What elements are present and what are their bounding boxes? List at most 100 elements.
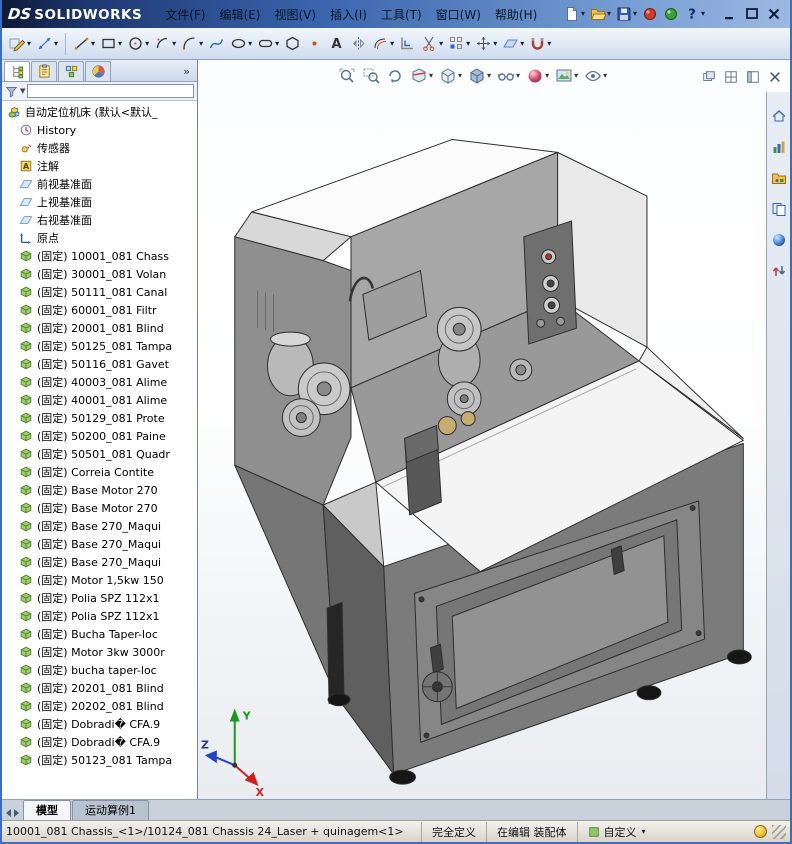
open-folder-button[interactable]: ▾ <box>589 5 612 23</box>
tree-item[interactable]: (固定) 20202_081 Blind <box>2 697 197 715</box>
tab-model[interactable]: 模型 <box>23 800 71 820</box>
scroll-tabs-left-button[interactable] <box>6 809 11 817</box>
configurationmanager-tab[interactable] <box>58 61 84 81</box>
tree-item[interactable]: (固定) Base Motor 270 <box>2 499 197 517</box>
dropdown-caret-icon[interactable]: ▾ <box>457 72 462 80</box>
smart-dimension-button[interactable]: ▾ <box>34 31 60 57</box>
tree-item[interactable]: (固定) Motor 3kw 3000r <box>2 643 197 661</box>
convert-entities-button[interactable] <box>397 31 418 57</box>
split-window-button[interactable] <box>724 69 738 88</box>
collapse-panel-button[interactable] <box>746 69 760 88</box>
help-ball-icon[interactable] <box>754 825 767 838</box>
tree-item[interactable]: A 注解 <box>2 157 197 175</box>
green-sphere-button[interactable] <box>662 5 680 23</box>
displaymanager-tab[interactable] <box>85 61 111 81</box>
machine-3d-model[interactable]: Y Z X <box>198 60 790 799</box>
close-doc-button[interactable] <box>768 69 782 88</box>
slot-button[interactable]: ▾ <box>255 31 281 57</box>
section-view-button[interactable]: ▾ <box>408 66 435 86</box>
dropdown-caret-icon[interactable]: ▾ <box>465 39 470 48</box>
dropdown-caret-icon[interactable]: ▾ <box>428 72 433 80</box>
trim-entities-button[interactable]: ▾ <box>419 31 445 57</box>
point-button[interactable] <box>304 31 325 57</box>
dropdown-caret-icon[interactable]: ▾ <box>492 39 497 48</box>
scroll-tabs-right-button[interactable] <box>14 809 19 817</box>
menu-view[interactable]: 视图(V) <box>267 3 323 26</box>
menu-file[interactable]: 文件(F) <box>158 3 212 26</box>
spline-button[interactable] <box>206 31 227 57</box>
tree-item[interactable]: 右视基准面 <box>2 211 197 229</box>
tree-item[interactable]: 原点 <box>2 229 197 247</box>
red-sphere-button[interactable] <box>641 5 659 23</box>
dropdown-caret-icon[interactable]: ▾ <box>26 39 31 48</box>
view-palette-button[interactable] <box>771 201 787 221</box>
close-button[interactable] <box>764 5 784 23</box>
move-entities-button[interactable]: ▾ <box>473 31 499 57</box>
filter-funnel-icon[interactable] <box>5 85 18 98</box>
tree-item[interactable]: (固定) 30001_081 Volan <box>2 265 197 283</box>
tree-item[interactable]: (固定) Bucha Taper-loc <box>2 625 197 643</box>
dropdown-caret-icon[interactable]: ▾ <box>632 10 637 18</box>
dropdown-caret-icon[interactable]: ▾ <box>247 39 252 48</box>
circle-button[interactable]: ▾ <box>125 31 151 57</box>
tree-item[interactable]: (固定) 60001_081 Filtr <box>2 301 197 319</box>
tree-item[interactable]: (固定) 50501_081 Quadr <box>2 445 197 463</box>
dropdown-caret-icon[interactable]: ▾ <box>486 72 491 80</box>
tree-item[interactable]: (固定) bucha taper-loc <box>2 661 197 679</box>
help-question-button[interactable]: ? ▾ <box>683 5 706 23</box>
dropdown-caret-icon[interactable]: ▾ <box>606 10 611 18</box>
tree-item[interactable]: 前视基准面 <box>2 175 197 193</box>
graphics-area[interactable]: Y Z X ▾ ▾ ▾ ▾ ▾ ▾ ▾ <box>198 60 790 799</box>
view-orientation-button[interactable]: ▾ <box>437 66 464 86</box>
tree-item[interactable]: (固定) Base 270_Maqui <box>2 517 197 535</box>
display-style-button[interactable]: ▾ <box>466 66 493 86</box>
tab-motion-study-1[interactable]: 运动算例1 <box>72 800 149 820</box>
design-library-button[interactable] <box>771 170 787 190</box>
rectangle-button[interactable]: ▾ <box>98 31 124 57</box>
save-button[interactable]: ▾ <box>615 5 638 23</box>
line-button[interactable]: ▾ <box>71 31 97 57</box>
menu-tools[interactable]: 工具(T) <box>374 3 429 26</box>
text-button[interactable]: A <box>326 31 347 57</box>
tree-item[interactable]: (固定) Dobradi� CFA.9 <box>2 715 197 733</box>
propertymanager-tab[interactable] <box>31 61 57 81</box>
zoom-fit-button[interactable] <box>336 66 358 86</box>
view-settings-button[interactable]: ▾ <box>582 66 609 86</box>
cascade-windows-button[interactable] <box>702 69 716 88</box>
custom-properties-button[interactable] <box>771 263 787 283</box>
dropdown-caret-icon[interactable]: ▾ <box>515 72 520 80</box>
home-button[interactable] <box>771 108 787 128</box>
mirror-entities-button[interactable] <box>348 31 369 57</box>
tree-item[interactable]: History <box>2 121 197 139</box>
sketch-button[interactable]: ▾ <box>7 31 33 57</box>
dropdown-caret-icon[interactable]: ▾ <box>274 39 279 48</box>
tree-item[interactable]: (固定) 10001_081 Chass <box>2 247 197 265</box>
dropdown-caret-icon[interactable]: ▾ <box>602 72 607 80</box>
dropdown-caret-icon[interactable]: ▾ <box>519 39 524 48</box>
dropdown-caret-icon[interactable]: ▾ <box>546 39 551 48</box>
linear-pattern-button[interactable]: ▾ <box>446 31 472 57</box>
status-custom-dropdown[interactable]: 自定义 ▾ <box>576 821 656 842</box>
dropdown-caret-icon[interactable]: ▾ <box>117 39 122 48</box>
tree-item[interactable]: 上视基准面 <box>2 193 197 211</box>
new-document-button[interactable]: ▾ <box>563 5 586 23</box>
tree-item[interactable]: (固定) Correia Contite <box>2 463 197 481</box>
tree-item[interactable]: 传感器 <box>2 139 197 157</box>
tangent-arc-button[interactable]: ▾ <box>179 31 205 57</box>
dropdown-caret-icon[interactable]: ▾ <box>580 10 585 18</box>
rotate-view-button[interactable] <box>384 66 406 86</box>
menu-window[interactable]: 窗口(W) <box>429 3 488 26</box>
tree-item[interactable]: (固定) Motor 1,5kw 150 <box>2 571 197 589</box>
tree-item[interactable]: (固定) 40003_081 Alime <box>2 373 197 391</box>
tree-item[interactable]: (固定) 50129_081 Prote <box>2 409 197 427</box>
tree-item[interactable]: (固定) Dobradi� CFA.9 <box>2 733 197 751</box>
maximize-button[interactable] <box>742 5 762 23</box>
polygon-button[interactable] <box>282 31 303 57</box>
tree-item[interactable]: (固定) Base 270_Maqui <box>2 535 197 553</box>
edit-appearance-button[interactable]: ▾ <box>524 66 551 86</box>
tree-item[interactable]: (固定) 20201_081 Blind <box>2 679 197 697</box>
centerpoint-arc-button[interactable]: ▾ <box>152 31 178 57</box>
tree-item[interactable]: (固定) Polia SPZ 112x1 <box>2 607 197 625</box>
tree-item[interactable]: (固定) 50111_081 Canal <box>2 283 197 301</box>
hide-show-items-button[interactable]: ▾ <box>495 66 522 86</box>
